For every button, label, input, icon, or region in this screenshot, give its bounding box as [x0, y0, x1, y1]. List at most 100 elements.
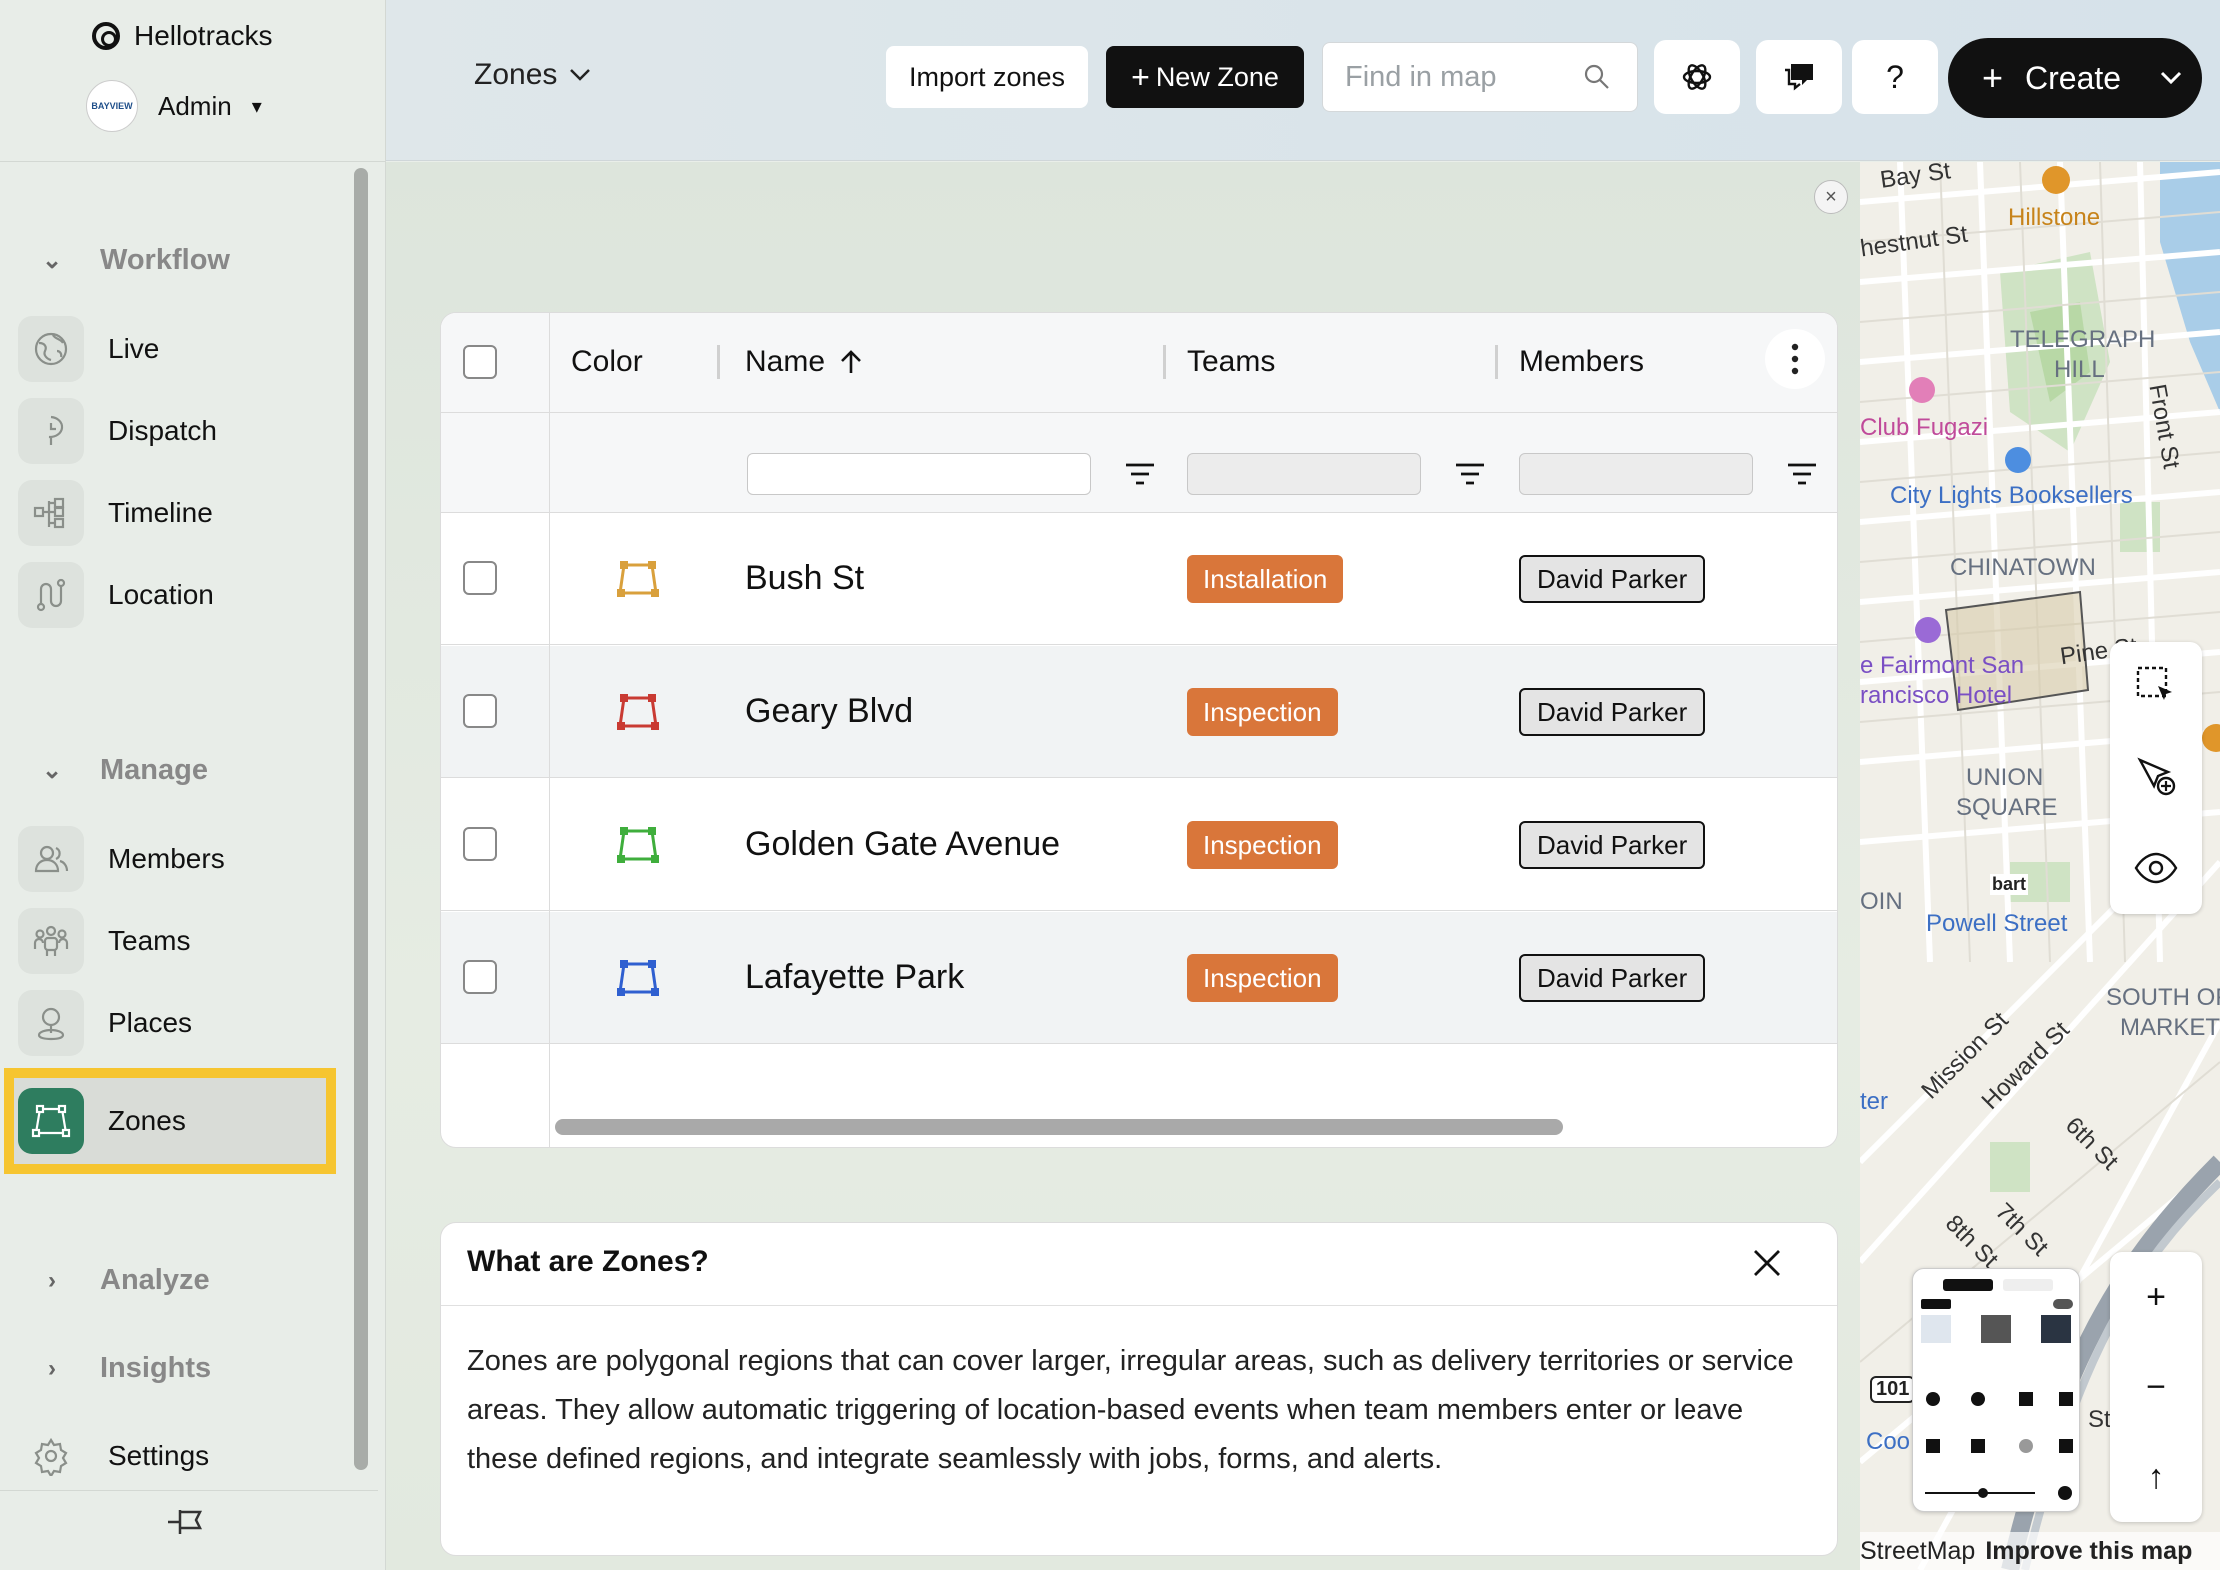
- row-checkbox[interactable]: [463, 960, 497, 994]
- map-label: UNION: [1966, 764, 2044, 791]
- column-resize-handle[interactable]: [717, 345, 720, 379]
- filter-icon[interactable]: [1453, 459, 1487, 489]
- select-area-icon[interactable]: [2134, 664, 2178, 708]
- team-badge[interactable]: Inspection: [1187, 954, 1338, 1002]
- map-layers-button[interactable]: [1912, 1268, 2080, 1512]
- zone-name[interactable]: Lafayette Park: [745, 958, 964, 997]
- sidebar-scrollbar[interactable]: [354, 168, 368, 1470]
- brand[interactable]: Hellotracks: [92, 20, 272, 52]
- sidebar-item-settings[interactable]: Settings: [18, 1416, 336, 1496]
- zone-name[interactable]: Bush St: [745, 559, 864, 598]
- improve-map-link[interactable]: Improve this map: [1985, 1537, 2192, 1566]
- member-chip[interactable]: David Parker: [1519, 954, 1706, 1002]
- search-input[interactable]: [1345, 57, 1575, 97]
- team-badge[interactable]: Inspection: [1187, 821, 1338, 869]
- zone-color-icon: [617, 960, 659, 996]
- account-switcher[interactable]: BAYVIEW Admin ▾: [86, 80, 262, 132]
- help-button[interactable]: ?: [1852, 40, 1938, 114]
- search-icon[interactable]: [1583, 63, 1611, 91]
- row-checkbox[interactable]: [463, 694, 497, 728]
- table-filter-row: [441, 413, 1837, 513]
- more-vertical-icon: [1791, 343, 1799, 375]
- attribution-text[interactable]: StreetMap: [1860, 1537, 1975, 1566]
- close-icon[interactable]: [1747, 1243, 1787, 1283]
- draw-zone-icon[interactable]: [2134, 754, 2178, 798]
- map-label: Coo: [1866, 1428, 1911, 1455]
- close-panel-button[interactable]: ×: [1814, 180, 1848, 214]
- column-header-color[interactable]: Color: [571, 345, 643, 379]
- sidebar-item-location[interactable]: Location: [18, 554, 336, 636]
- section-label: Insights: [100, 1352, 212, 1384]
- row-checkbox[interactable]: [463, 827, 497, 861]
- sidebar-item-label: Members: [108, 843, 225, 874]
- sidebar-item-label: Timeline: [108, 497, 213, 528]
- column-resize-handle[interactable]: [1163, 345, 1166, 379]
- top-bar: Zones Import zones + New Zone ? + Create: [386, 0, 2220, 161]
- select-all-checkbox[interactable]: [463, 345, 497, 379]
- map-label: e Fairmont San: [1860, 652, 2025, 679]
- member-chip[interactable]: David Parker: [1519, 821, 1706, 869]
- section-analyze[interactable]: › Analyze: [38, 1264, 210, 1297]
- sidebar-item-timeline[interactable]: Timeline: [18, 472, 336, 554]
- chat-button[interactable]: [1756, 40, 1842, 114]
- button-label: New Zone: [1155, 61, 1279, 92]
- view-selector-dropdown[interactable]: Zones: [474, 58, 591, 92]
- sidebar-item-places[interactable]: Places: [18, 982, 336, 1064]
- map-view[interactable]: Bay St Hillstone hestnut St TELEGRAPH HI…: [1860, 162, 2220, 1570]
- sidebar-item-label: Teams: [108, 925, 191, 956]
- sidebar-item-dispatch[interactable]: Dispatch: [18, 390, 336, 472]
- chat-icon: [1785, 64, 1813, 91]
- name-filter-input[interactable]: [747, 453, 1091, 495]
- route-icon: [18, 562, 84, 628]
- table-row[interactable]: Lafayette Park Inspection David Parker: [441, 912, 1837, 1044]
- table-row[interactable]: Golden Gate Avenue Inspection David Parker: [441, 779, 1837, 911]
- import-zones-button[interactable]: Import zones: [886, 46, 1088, 108]
- table-header-row: Color Name Teams Members: [441, 313, 1837, 413]
- column-options-button[interactable]: [1765, 329, 1825, 389]
- teams-filter-input[interactable]: [1187, 453, 1421, 495]
- map-label: TELEGRAPH: [2010, 326, 2156, 353]
- eye-icon[interactable]: [2134, 846, 2178, 890]
- help-icon: ?: [1886, 58, 1904, 95]
- member-chip[interactable]: David Parker: [1519, 688, 1706, 736]
- sidebar-item-zones[interactable]: Zones: [4, 1068, 336, 1174]
- zoom-out-button[interactable]: −: [2110, 1342, 2202, 1432]
- zone-name[interactable]: Golden Gate Avenue: [745, 825, 1060, 864]
- plus-icon: +: [1982, 57, 2004, 98]
- create-button[interactable]: + Create: [1948, 38, 2202, 118]
- column-resize-handle[interactable]: [1495, 345, 1498, 379]
- filter-icon[interactable]: [1123, 459, 1157, 489]
- highway-shield-icon: 101: [1870, 1376, 1916, 1403]
- table-row[interactable]: Bush St Installation David Parker: [441, 513, 1837, 645]
- sidebar-item-teams[interactable]: Teams: [18, 900, 336, 982]
- ai-assistant-button[interactable]: [1654, 40, 1740, 114]
- new-zone-button[interactable]: + New Zone: [1106, 46, 1304, 108]
- section-manage[interactable]: ⌄ Manage: [38, 754, 208, 787]
- column-header-name[interactable]: Name: [745, 345, 863, 379]
- members-filter-input[interactable]: [1519, 453, 1753, 495]
- place-pin-icon: [18, 990, 84, 1056]
- team-badge[interactable]: Inspection: [1187, 688, 1338, 736]
- column-header-teams[interactable]: Teams: [1187, 345, 1275, 379]
- sidebar-item-label: Location: [108, 579, 214, 610]
- column-header-members[interactable]: Members: [1519, 345, 1644, 379]
- section-insights[interactable]: › Insights: [38, 1352, 211, 1385]
- zone-name[interactable]: Geary Blvd: [745, 692, 913, 731]
- chevron-down-icon: ⌄: [41, 757, 63, 784]
- table-row[interactable]: Geary Blvd Inspection David Parker: [441, 646, 1837, 778]
- account-name: Admin: [158, 90, 232, 121]
- horizontal-scrollbar[interactable]: [555, 1119, 1563, 1135]
- team-badge[interactable]: Installation: [1187, 555, 1344, 603]
- filter-icon[interactable]: [1785, 459, 1819, 489]
- map-label: ter: [1860, 1088, 1889, 1115]
- sidebar-item-members[interactable]: Members: [18, 818, 336, 900]
- pin-sidebar-button[interactable]: [164, 1502, 208, 1542]
- row-checkbox[interactable]: [463, 561, 497, 595]
- member-chip[interactable]: David Parker: [1519, 555, 1706, 603]
- zoom-in-button[interactable]: +: [2110, 1252, 2202, 1342]
- section-workflow[interactable]: ⌄ Workflow: [38, 244, 230, 277]
- compass-north-button[interactable]: ↑: [2110, 1432, 2202, 1522]
- map-label: St: [2088, 1406, 2111, 1433]
- map-attribution: StreetMap Improve this map: [1860, 1532, 2220, 1570]
- sidebar-item-live[interactable]: Live: [18, 308, 336, 390]
